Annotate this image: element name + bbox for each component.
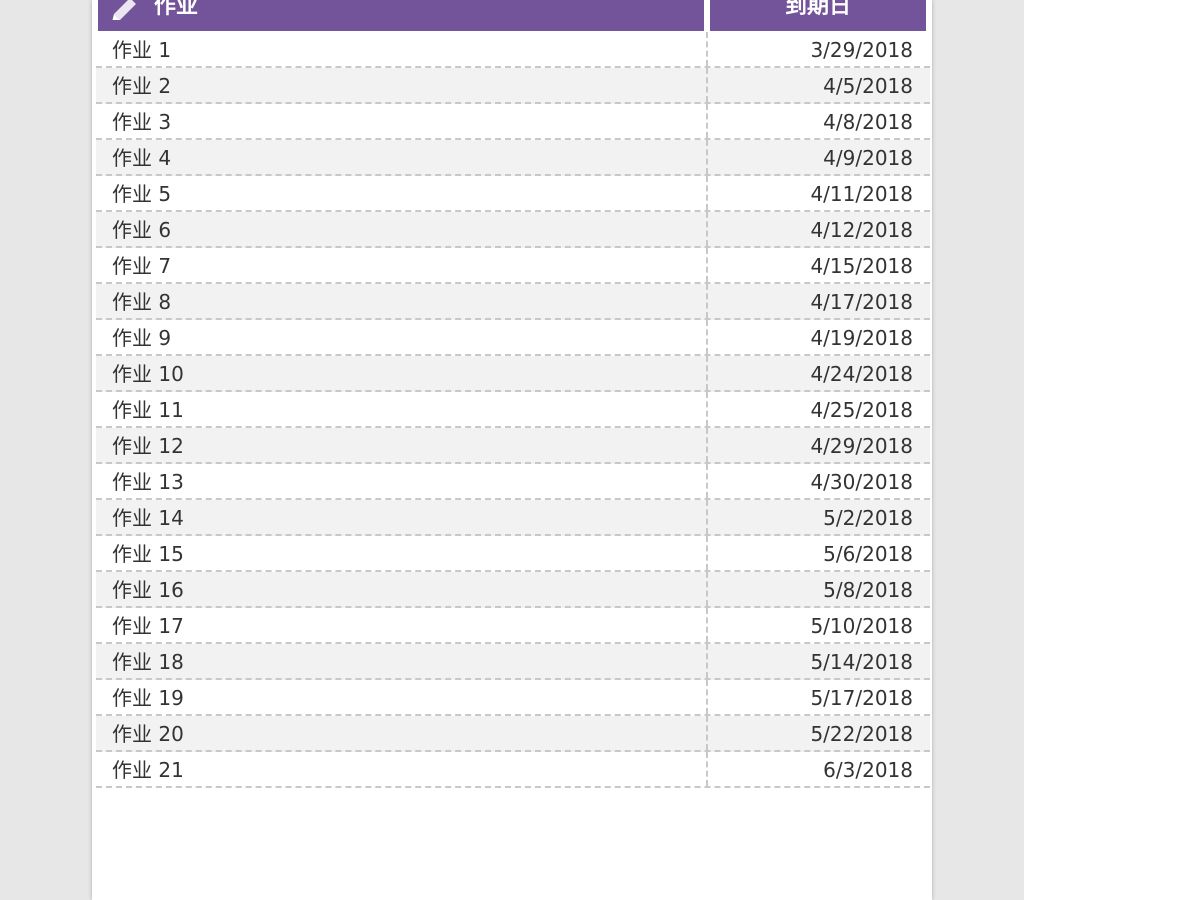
due-date-cell[interactable]: 6/3/2018 <box>706 752 913 786</box>
due-date-cell[interactable]: 5/14/2018 <box>706 644 913 678</box>
task-cell[interactable]: 作业 14 <box>112 500 692 534</box>
table-row[interactable]: 作业 12 4/29/2018 <box>96 428 930 464</box>
task-cell[interactable]: 作业 6 <box>112 212 692 246</box>
due-date-cell[interactable]: 5/8/2018 <box>706 572 913 606</box>
task-cell[interactable]: 作业 20 <box>112 716 692 750</box>
task-cell[interactable]: 作业 19 <box>112 680 692 714</box>
table-row[interactable]: 作业 15 5/6/2018 <box>96 536 930 572</box>
due-date-cell[interactable]: 4/11/2018 <box>706 176 913 210</box>
table-row[interactable]: 作业 21 6/3/2018 <box>96 752 930 788</box>
due-date-cell[interactable]: 4/17/2018 <box>706 284 913 318</box>
table-row[interactable]: 作业 10 4/24/2018 <box>96 356 930 392</box>
task-cell[interactable]: 作业 16 <box>112 572 692 606</box>
table-row[interactable]: 作业 13 4/30/2018 <box>96 464 930 500</box>
due-date-cell[interactable]: 4/9/2018 <box>706 140 913 174</box>
due-date-cell[interactable]: 4/25/2018 <box>706 392 913 426</box>
table-row[interactable]: 作业 19 5/17/2018 <box>96 680 930 716</box>
task-column-header-label: 作业 <box>154 0 199 19</box>
due-date-column-header-label: 到期日 <box>784 0 851 19</box>
table-row[interactable]: 作业 2 4/5/2018 <box>96 68 930 104</box>
table-row[interactable]: 作业 8 4/17/2018 <box>96 284 930 320</box>
due-date-cell[interactable]: 4/29/2018 <box>706 428 913 462</box>
due-date-cell[interactable]: 4/5/2018 <box>706 68 913 102</box>
due-date-cell[interactable]: 5/22/2018 <box>706 716 913 750</box>
task-cell[interactable]: 作业 18 <box>112 644 692 678</box>
due-date-cell[interactable]: 5/2/2018 <box>706 500 913 534</box>
table-row[interactable]: 作业 20 5/22/2018 <box>96 716 930 752</box>
due-date-cell[interactable]: 5/6/2018 <box>706 536 913 570</box>
due-date-cell[interactable]: 3/29/2018 <box>706 32 913 66</box>
task-cell[interactable]: 作业 7 <box>112 248 692 282</box>
task-cell[interactable]: 作业 2 <box>112 68 692 102</box>
task-table-body: 作业 1 3/29/2018 作业 2 4/5/2018 作业 3 4/8/2018 作业 … <box>96 32 930 788</box>
table-row[interactable]: 作业 4 4/9/2018 <box>96 140 930 176</box>
task-cell[interactable]: 作业 5 <box>112 176 692 210</box>
pencil-icon <box>110 0 140 26</box>
table-row[interactable]: 作业 3 4/8/2018 <box>96 104 930 140</box>
task-cell[interactable]: 作业 3 <box>112 104 692 138</box>
table-row[interactable]: 作业 1 3/29/2018 <box>96 32 930 68</box>
due-date-cell[interactable]: 4/19/2018 <box>706 320 913 354</box>
table-row[interactable]: 作业 6 4/12/2018 <box>96 212 930 248</box>
table-row[interactable]: 作业 9 4/19/2018 <box>96 320 930 356</box>
table-row[interactable]: 作业 16 5/8/2018 <box>96 572 930 608</box>
task-cell[interactable]: 作业 9 <box>112 320 692 354</box>
task-cell[interactable]: 作业 10 <box>112 356 692 390</box>
task-cell[interactable]: 作业 1 <box>112 32 692 66</box>
task-cell[interactable]: 作业 15 <box>112 536 692 570</box>
task-cell[interactable]: 作业 11 <box>112 392 692 426</box>
table-row[interactable]: 作业 7 4/15/2018 <box>96 248 930 284</box>
table-row[interactable]: 作业 17 5/10/2018 <box>96 608 930 644</box>
due-date-cell[interactable]: 5/10/2018 <box>706 608 913 642</box>
due-date-cell[interactable]: 4/30/2018 <box>706 464 913 498</box>
due-date-cell[interactable]: 4/24/2018 <box>706 356 913 390</box>
table-row[interactable]: 作业 14 5/2/2018 <box>96 500 930 536</box>
due-date-cell[interactable]: 4/12/2018 <box>706 212 913 246</box>
due-date-column-header[interactable]: 到期日 <box>710 0 926 31</box>
task-column-header[interactable]: 作业 <box>98 0 704 31</box>
due-date-cell[interactable]: 4/15/2018 <box>706 248 913 282</box>
due-date-cell[interactable]: 4/8/2018 <box>706 104 913 138</box>
task-cell[interactable]: 作业 17 <box>112 608 692 642</box>
task-cell[interactable]: 作业 21 <box>112 752 692 786</box>
task-cell[interactable]: 作业 8 <box>112 284 692 318</box>
task-cell[interactable]: 作业 4 <box>112 140 692 174</box>
table-row[interactable]: 作业 18 5/14/2018 <box>96 644 930 680</box>
task-cell[interactable]: 作业 13 <box>112 464 692 498</box>
spreadsheet-page: 作业 到期日 作业 1 3/29/2018 作业 2 4/5/2018 作业 3 4/8/… <box>92 0 932 900</box>
task-cell[interactable]: 作业 12 <box>112 428 692 462</box>
due-date-cell[interactable]: 5/17/2018 <box>706 680 913 714</box>
table-row[interactable]: 作业 5 4/11/2018 <box>96 176 930 212</box>
table-row[interactable]: 作业 11 4/25/2018 <box>96 392 930 428</box>
